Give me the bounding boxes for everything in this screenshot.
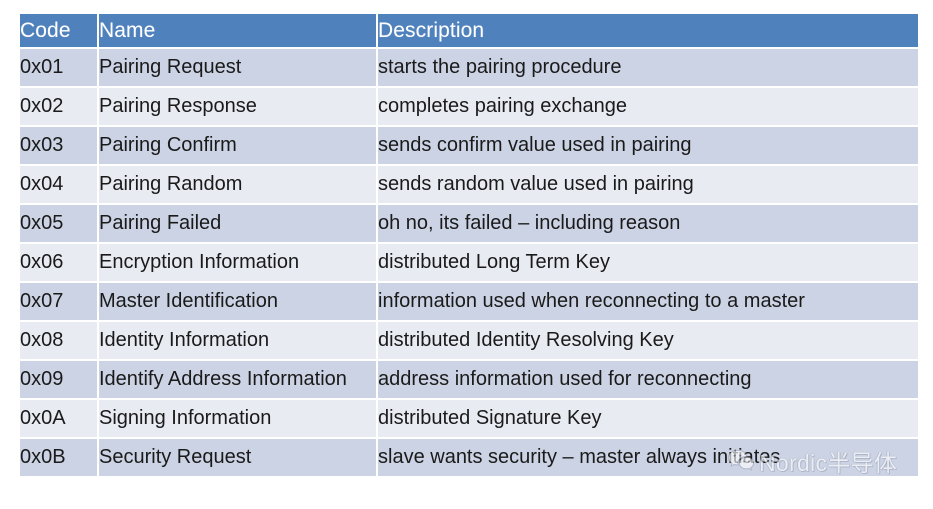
table-row: 0x0B Security Request slave wants securi…: [20, 439, 918, 476]
table-row: 0x0A Signing Information distributed Sig…: [20, 400, 918, 437]
cell-name: Pairing Failed: [99, 205, 376, 242]
cell-code: 0x03: [20, 127, 97, 164]
cell-description: address information used for reconnectin…: [378, 361, 918, 398]
smp-command-codes-table: Code Name Description 0x01 Pairing Reque…: [18, 12, 920, 478]
cell-code: 0x04: [20, 166, 97, 203]
cell-description: distributed Signature Key: [378, 400, 918, 437]
cell-description: slave wants security – master always ini…: [378, 439, 918, 476]
page-root: Code Name Description 0x01 Pairing Reque…: [0, 0, 933, 509]
table-row: 0x07 Master Identification information u…: [20, 283, 918, 320]
cell-description: oh no, its failed – including reason: [378, 205, 918, 242]
table-row: 0x02 Pairing Response completes pairing …: [20, 88, 918, 125]
table-row: 0x08 Identity Information distributed Id…: [20, 322, 918, 359]
cell-description: completes pairing exchange: [378, 88, 918, 125]
table-row: 0x06 Encryption Information distributed …: [20, 244, 918, 281]
table-header-row: Code Name Description: [20, 14, 918, 47]
table-row: 0x01 Pairing Request starts the pairing …: [20, 49, 918, 86]
cell-name: Security Request: [99, 439, 376, 476]
cell-name: Pairing Response: [99, 88, 376, 125]
cell-code: 0x0A: [20, 400, 97, 437]
cell-name: Identity Information: [99, 322, 376, 359]
column-header-name: Name: [99, 14, 376, 47]
table-body: 0x01 Pairing Request starts the pairing …: [20, 49, 918, 476]
cell-name: Encryption Information: [99, 244, 376, 281]
cell-code: 0x07: [20, 283, 97, 320]
cell-description: sends random value used in pairing: [378, 166, 918, 203]
cell-name: Identify Address Information: [99, 361, 376, 398]
cell-code: 0x09: [20, 361, 97, 398]
cell-name: Signing Information: [99, 400, 376, 437]
cell-description: distributed Identity Resolving Key: [378, 322, 918, 359]
cell-code: 0x06: [20, 244, 97, 281]
cell-description: sends confirm value used in pairing: [378, 127, 918, 164]
cell-name: Master Identification: [99, 283, 376, 320]
table-row: 0x04 Pairing Random sends random value u…: [20, 166, 918, 203]
column-header-code: Code: [20, 14, 97, 47]
cell-description: information used when reconnecting to a …: [378, 283, 918, 320]
column-header-description: Description: [378, 14, 918, 47]
cell-code: 0x08: [20, 322, 97, 359]
cell-code: 0x0B: [20, 439, 97, 476]
cell-name: Pairing Random: [99, 166, 376, 203]
cell-description: distributed Long Term Key: [378, 244, 918, 281]
cell-code: 0x02: [20, 88, 97, 125]
table-row: 0x03 Pairing Confirm sends confirm value…: [20, 127, 918, 164]
cell-description: starts the pairing procedure: [378, 49, 918, 86]
cell-name: Pairing Request: [99, 49, 376, 86]
table-row: 0x09 Identify Address Information addres…: [20, 361, 918, 398]
cell-code: 0x05: [20, 205, 97, 242]
table-row: 0x05 Pairing Failed oh no, its failed – …: [20, 205, 918, 242]
table-header: Code Name Description: [20, 14, 918, 47]
cell-code: 0x01: [20, 49, 97, 86]
cell-name: Pairing Confirm: [99, 127, 376, 164]
